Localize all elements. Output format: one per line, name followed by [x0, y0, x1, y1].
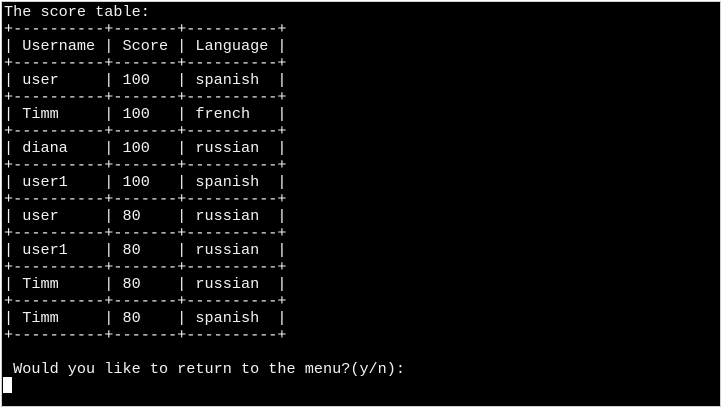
table-header-row: | Username | Score | Language |	[4, 37, 287, 55]
table-border: +----------+-------+----------+	[4, 190, 287, 208]
table-border: +----------+-------+----------+	[4, 326, 287, 344]
table-border: +----------+-------+----------+	[4, 20, 287, 38]
table-row: | user1 | 80 | russian |	[4, 241, 287, 259]
table-border: +----------+-------+----------+	[4, 122, 287, 140]
return-menu-prompt: Would you like to return to the menu?(y/…	[4, 360, 406, 378]
table-border: +----------+-------+----------+	[4, 156, 287, 174]
table-border: +----------+-------+----------+	[4, 258, 287, 276]
table-border: +----------+-------+----------+	[4, 54, 287, 72]
table-row: | Timm | 80 | spanish |	[4, 309, 287, 327]
table-border: +----------+-------+----------+	[4, 224, 287, 242]
table-border: +----------+-------+----------+	[4, 292, 287, 310]
table-row: | user | 80 | russian |	[4, 207, 287, 225]
table-row: | Timm | 100 | french |	[4, 105, 287, 123]
table-title: The score table:	[4, 3, 150, 21]
table-row: | user1 | 100 | spanish |	[4, 173, 287, 191]
table-border: +----------+-------+----------+	[4, 88, 287, 106]
table-row: | user | 100 | spanish |	[4, 71, 287, 89]
table-row: | Timm | 80 | russian |	[4, 275, 287, 293]
terminal-window[interactable]: The score table: +----------+-------+---…	[1, 1, 721, 407]
text-cursor[interactable]	[3, 377, 12, 393]
table-row: | diana | 100 | russian |	[4, 139, 287, 157]
